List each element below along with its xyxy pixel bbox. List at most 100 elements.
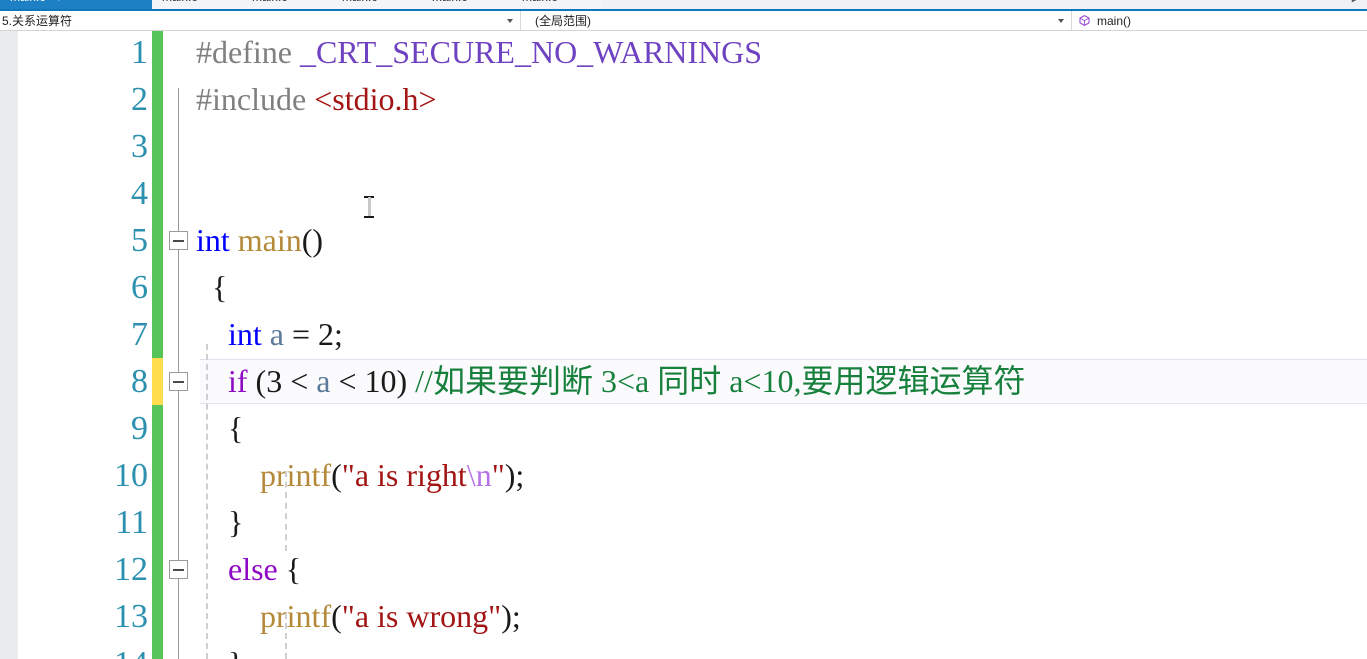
token-ctrl: if <box>228 363 248 399</box>
editor-tab-label: main.c <box>342 0 377 4</box>
token-punct: ; <box>334 316 343 352</box>
code-text[interactable]: printf("a is right\n"); <box>196 452 524 499</box>
change-bar-saved <box>152 499 163 546</box>
token-punct: () <box>301 222 324 258</box>
token-punct: ); <box>504 457 525 493</box>
token-punct: < <box>330 363 365 399</box>
change-bar-saved <box>152 170 163 217</box>
token-fn: printf <box>260 598 332 634</box>
token-punct <box>230 222 238 258</box>
code-text[interactable]: } <box>196 640 243 659</box>
change-bar-saved <box>152 123 163 170</box>
text-ibeam-cursor <box>364 195 374 219</box>
code-line[interactable]: 5 int main() <box>0 217 1367 264</box>
pin-icon[interactable]: ⚑ <box>55 0 67 9</box>
member-scope-dropdown[interactable]: main() <box>1072 11 1367 30</box>
token-punct: ( <box>247 363 267 399</box>
change-bar-saved <box>152 405 163 452</box>
line-number: 9 <box>131 410 148 447</box>
editor-tab-1[interactable]: main.c <box>152 0 242 9</box>
token-punct: ( <box>331 457 342 493</box>
code-text[interactable]: { <box>196 405 243 452</box>
token-punct: } <box>196 504 244 540</box>
code-text[interactable]: #include <stdio.h> <box>196 76 437 123</box>
change-bar-saved <box>152 640 163 659</box>
editor-tab-0[interactable]: main.c ⚑✕ <box>0 0 152 9</box>
close-icon[interactable]: ✕ <box>67 0 79 9</box>
outlining-collapse-button[interactable] <box>169 372 188 391</box>
code-text[interactable]: { <box>196 264 227 311</box>
line-number: 6 <box>131 269 148 306</box>
code-text[interactable]: else { <box>196 546 301 593</box>
editor-tab-label: main.c <box>432 0 467 4</box>
token-num: 2 <box>318 316 335 352</box>
indent-guide-level1 <box>206 344 208 659</box>
chevron-down-icon[interactable] <box>507 18 513 23</box>
code-text[interactable]: printf("a is wrong"); <box>196 593 521 640</box>
line-number: 7 <box>131 316 148 353</box>
editor-tab-2[interactable]: main.c <box>242 0 332 9</box>
visual-studio-editor-window: ▶ main.c⚑✕main.cmain.cmain.cmain.cmain.c… <box>0 0 1367 659</box>
indent-guide-level3 <box>285 613 287 659</box>
line-number: 8 <box>131 363 148 400</box>
token-punct: } <box>196 645 243 659</box>
code-text[interactable]: #define _CRT_SECURE_NO_WARNINGS <box>196 31 762 76</box>
token-macro: _CRT_SECURE_NO_WARNINGS <box>299 34 763 70</box>
code-line[interactable]: 2 #include <stdio.h> <box>0 76 1367 123</box>
outlining-collapse-button[interactable] <box>169 231 188 250</box>
indent-guide-level2 <box>285 471 287 551</box>
code-line[interactable]: 4 <box>0 170 1367 217</box>
change-bar-saved <box>152 217 163 264</box>
ibeam-bottom-cap <box>364 216 374 218</box>
token-punct: { <box>196 269 228 305</box>
token-pp: #include <box>196 81 315 117</box>
token-punct: ) <box>396 363 416 399</box>
code-line[interactable]: 3 <box>0 123 1367 170</box>
code-line[interactable]: 6 { <box>0 264 1367 311</box>
code-text[interactable]: } <box>196 499 243 546</box>
member-scope-label: main() <box>1097 13 1132 28</box>
project-scope-label: 5.关系运算符 <box>2 14 73 28</box>
token-num: 3 <box>266 363 283 399</box>
outlining-collapse-button[interactable] <box>169 560 188 579</box>
type-scope-dropdown[interactable]: (全局范围) <box>521 11 1072 30</box>
chevron-down-icon[interactable] <box>1058 18 1064 23</box>
tab-overflow-icon[interactable]: ▶ <box>1349 0 1363 5</box>
token-punct: { <box>277 551 302 587</box>
editor-tab-strip: ▶ main.c ⚑✕ main.c main.c main.c main.c main.c <box>0 0 1367 11</box>
line-number: 12 <box>114 551 148 588</box>
token-punct: = <box>283 316 319 352</box>
token-ctrl: else <box>228 551 278 587</box>
editor-tab-5[interactable]: main.c <box>512 0 602 9</box>
code-text[interactable]: if (3 < a < 10) //如果要判断 3<a 同时 a<10,要用逻辑… <box>196 358 1025 405</box>
change-bar-saved <box>152 452 163 499</box>
token-pp: #define <box>196 34 300 70</box>
line-number: 14 <box>18 640 148 659</box>
line-number: 4 <box>131 175 148 212</box>
token-fn: main <box>237 222 302 258</box>
token-punct: ( <box>331 598 342 634</box>
token-header: <stdio.h> <box>314 81 437 117</box>
token-comment: //如果要判断 3<a 同时 a<10,要用逻辑运算符 <box>415 363 1026 399</box>
code-text[interactable]: int main() <box>196 217 323 264</box>
editor-navigation-bar: 5.关系运算符 (全局范围) main() <box>0 11 1367 31</box>
code-text[interactable]: int a = 2; <box>196 311 343 358</box>
token-punct: { <box>196 410 244 446</box>
project-scope-dropdown[interactable]: 5.关系运算符 <box>0 11 521 30</box>
change-bar-saved <box>152 311 163 358</box>
line-number: 10 <box>114 457 148 494</box>
code-line[interactable]: 1 #define _CRT_SECURE_NO_WARNINGS <box>0 31 1367 76</box>
token-punct <box>262 316 270 352</box>
ibeam-stem <box>368 197 371 217</box>
token-str: " <box>491 457 505 493</box>
code-editor-surface[interactable]: 1 #define _CRT_SECURE_NO_WARNINGS 2 #includ… <box>0 31 1367 659</box>
editor-tab-4[interactable]: main.c <box>422 0 512 9</box>
token-punct: ); <box>501 598 521 634</box>
change-bar-saved <box>152 593 163 640</box>
line-number: 3 <box>131 128 148 165</box>
editor-tab-3[interactable]: main.c <box>332 0 422 9</box>
line-number: 11 <box>115 504 148 541</box>
token-esc: \n <box>466 457 492 493</box>
line-number: 5 <box>131 222 148 259</box>
token-punct <box>196 551 228 587</box>
